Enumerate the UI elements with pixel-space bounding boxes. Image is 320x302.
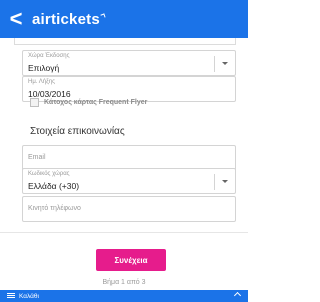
brand-mark-icon — [100, 12, 106, 19]
select-separator — [214, 174, 215, 190]
continue-button[interactable]: Συνέχεια — [96, 249, 166, 271]
frequent-flyer-label: Κάτοχος κάρτας Frequent Flyer — [44, 99, 148, 106]
contact-section-title: Στοιχεία επικοινωνίας — [30, 126, 125, 137]
app-header: < airtickets — [0, 0, 248, 38]
brand-logo: airtickets — [32, 10, 106, 28]
chevron-up-icon[interactable] — [233, 291, 242, 300]
back-arrow-icon: < — [9, 6, 23, 31]
mobile-phone-field[interactable]: Κινητό τηλέφωνο — [22, 196, 236, 222]
country-code-select[interactable]: Κωδικός χώρας Ελλάδα (+30) — [22, 168, 236, 194]
step-indicator: Βήμα 1 από 3 — [102, 279, 146, 286]
chevron-down-icon[interactable] — [222, 180, 228, 183]
cart-bar[interactable]: Καλάθι — [0, 290, 248, 302]
divider — [0, 232, 248, 233]
cart-label: Καλάθι — [19, 292, 39, 300]
select-separator — [214, 56, 215, 72]
frequent-flyer-checkbox[interactable] — [30, 98, 39, 107]
back-button[interactable]: < — [0, 0, 32, 38]
issue-country-select[interactable]: Χώρα Έκδοσης Επιλογή — [22, 50, 236, 76]
issue-country-value: Επιλογή — [28, 63, 60, 73]
frequent-flyer-option[interactable]: Κάτοχος κάρτας Frequent Flyer — [30, 98, 147, 107]
menu-lines-icon — [7, 293, 15, 299]
issue-country-label: Χώρα Έκδοσης — [28, 53, 70, 59]
previous-card-bottom — [14, 38, 236, 45]
expiry-date-label: Ημ. Λήξης — [28, 79, 56, 85]
mobile-phone-placeholder: Κινητό τηλέφωνο — [28, 205, 81, 212]
country-code-label: Κωδικός χώρας — [28, 171, 70, 177]
email-placeholder: Email — [28, 154, 46, 161]
chevron-down-icon[interactable] — [222, 62, 228, 65]
brand-name: airtickets — [32, 10, 100, 28]
country-code-value: Ελλάδα (+30) — [28, 181, 80, 191]
